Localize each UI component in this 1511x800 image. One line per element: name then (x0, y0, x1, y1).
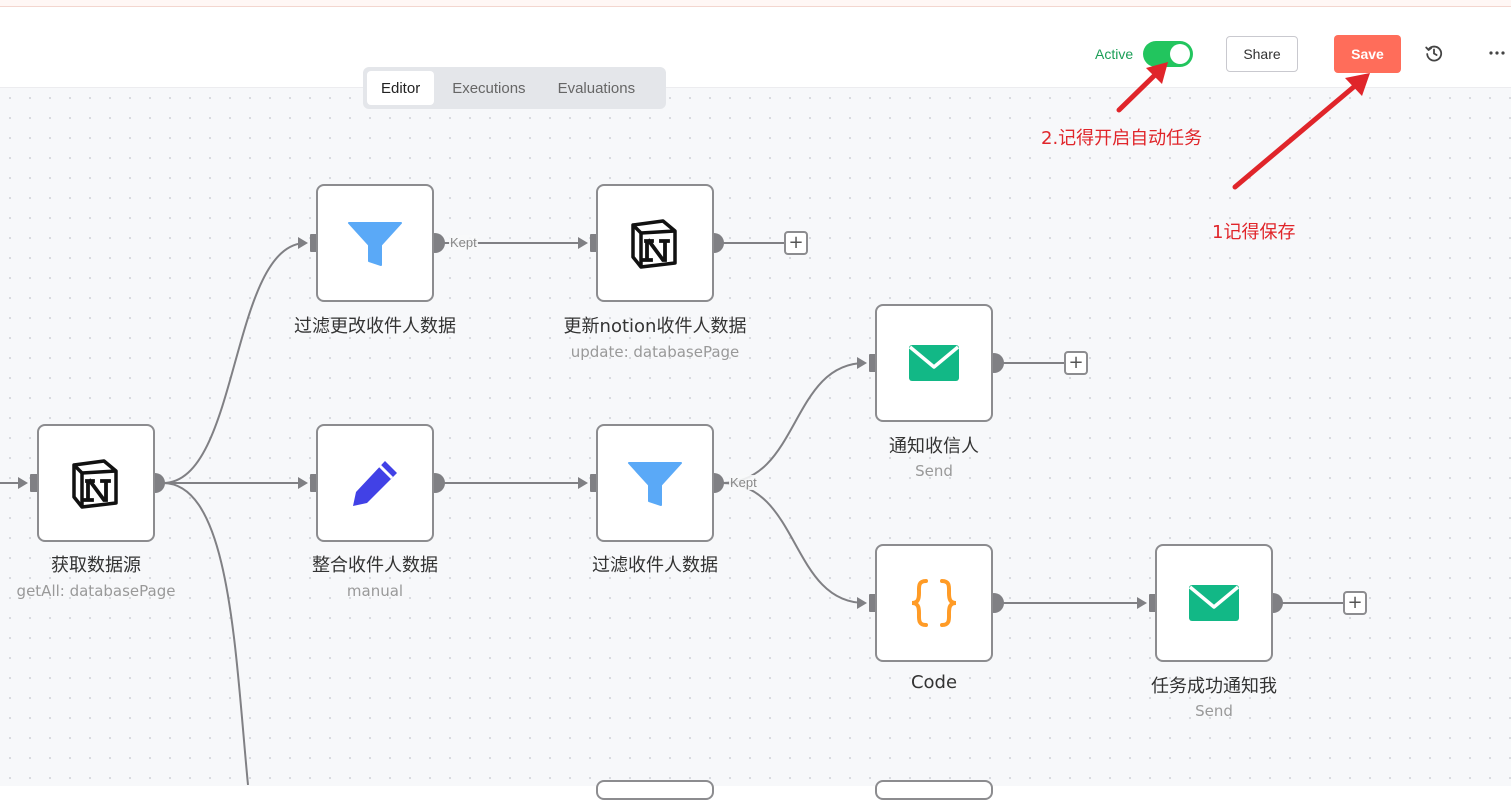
node-subtitle: Send (915, 462, 953, 480)
filter-icon (628, 462, 682, 506)
notion-icon (631, 219, 677, 269)
add-node-button[interactable]: + (1064, 351, 1088, 375)
node-code[interactable] (875, 544, 993, 662)
add-node-button[interactable]: + (1343, 591, 1367, 615)
notion-icon (72, 459, 118, 509)
node-title: 整合收件人数据 (312, 555, 438, 576)
node-title: 过滤收件人数据 (592, 555, 718, 576)
edge-label-kept: Kept (449, 235, 478, 250)
node-subtitle: getAll: databasePage (16, 582, 176, 600)
node-notify-me[interactable] (1155, 544, 1273, 662)
mail-icon (1188, 585, 1240, 621)
filter-icon (348, 222, 402, 266)
tab-executions[interactable]: Executions (438, 71, 539, 105)
code-braces-icon (911, 579, 957, 627)
node-title: 过滤更改收件人数据 (294, 316, 456, 337)
node-notify-recipient[interactable] (875, 304, 993, 422)
node-subtitle: manual (346, 582, 404, 600)
node-title: Code (910, 672, 958, 693)
node-update-notion[interactable] (596, 184, 714, 302)
node-title: 通知收信人 (889, 436, 979, 457)
pencil-icon (353, 461, 397, 506)
view-tabs: Editor Executions Evaluations (363, 67, 666, 109)
tab-evaluations[interactable]: Evaluations (544, 71, 650, 105)
node-partial[interactable] (596, 780, 714, 800)
annotation-note-active: 2.记得开启自动任务 (1041, 128, 1203, 149)
node-subtitle: Send (1195, 702, 1233, 720)
edge-label-kept: Kept (729, 475, 758, 490)
node-get-data-source[interactable] (37, 424, 155, 542)
node-title: 更新notion收件人数据 (563, 316, 747, 337)
node-merge-recipients[interactable] (316, 424, 434, 542)
node-title: 获取数据源 (51, 555, 141, 576)
annotation-note-save: 1记得保存 (1212, 222, 1296, 243)
node-filter-recipients[interactable] (596, 424, 714, 542)
tab-editor[interactable]: Editor (367, 71, 435, 105)
workflow-connections (0, 233, 1344, 785)
node-title: 任务成功通知我 (1151, 676, 1277, 697)
add-node-button[interactable]: + (784, 231, 808, 255)
node-partial[interactable] (875, 780, 993, 800)
node-filter-changed-recipients[interactable] (316, 184, 434, 302)
node-subtitle: update: databasePage (570, 343, 740, 361)
mail-icon (908, 345, 960, 381)
